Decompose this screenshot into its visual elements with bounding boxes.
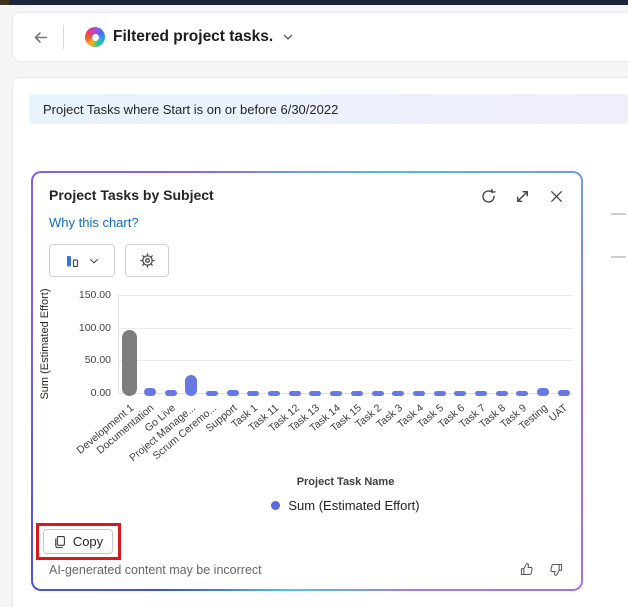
- chart-legend: Sum (Estimated Effort): [118, 498, 573, 513]
- close-icon: [550, 190, 562, 202]
- bar-Development 1: [121, 329, 137, 396]
- bar-Task 13: [309, 391, 322, 396]
- back-button[interactable]: [25, 22, 55, 52]
- y-tick-label: 0.00: [90, 387, 111, 399]
- bar-Task 2: [371, 391, 384, 396]
- y-axis-ticks: 0.00 50.00 100.00 150.00: [33, 289, 111, 399]
- gridline: [119, 295, 573, 296]
- copilot-logo-icon: [85, 27, 105, 47]
- bar-Go Live: [164, 390, 177, 396]
- bar-UAT: [557, 390, 570, 396]
- background-placeholder-dash: [611, 213, 626, 215]
- gridline: [119, 360, 573, 362]
- bar-Task 15: [350, 391, 363, 396]
- filter-banner-text: Project Tasks where Start is on or befor…: [43, 101, 339, 117]
- bar-Task 9: [516, 391, 529, 396]
- close-button[interactable]: [543, 183, 569, 209]
- y-tick-label: 100.00: [78, 321, 111, 334]
- bar-Support: [226, 390, 239, 396]
- top-left-corner-block: [0, 0, 9, 5]
- chevron-down-icon: [284, 34, 293, 40]
- chart-card-inner: Project Tasks by Subject Why this chart?…: [33, 173, 581, 589]
- chevron-down-icon: [89, 258, 98, 263]
- x-axis-labels: Development 1 Documentation Go Live Project…: [74, 398, 573, 474]
- bar-Project Manage...: [185, 374, 198, 396]
- bar-Task 14: [330, 391, 343, 396]
- browser-top-strip: [0, 0, 628, 5]
- bar-Task 6: [454, 391, 467, 396]
- content-panel: Project Tasks where Start is on or befor…: [12, 77, 628, 607]
- back-arrow-icon: [34, 31, 47, 43]
- session-title: Filtered project tasks.: [113, 28, 274, 45]
- chart-settings-button[interactable]: [125, 244, 169, 277]
- bar-Task 11: [268, 391, 281, 396]
- bar-Testing: [536, 387, 549, 396]
- refresh-icon: [481, 188, 496, 203]
- copy-button-label: Copy: [72, 534, 104, 549]
- bar-Task 7: [474, 391, 487, 396]
- ai-disclaimer: AI-generated content may be incorrect: [49, 563, 262, 577]
- toolbar-divider: [63, 25, 64, 49]
- x-tick-label: UAT: [547, 402, 571, 425]
- thumbs-up-button[interactable]: [515, 558, 537, 580]
- bar-Scrum Ceremo...: [206, 391, 219, 396]
- bar-Task 12: [288, 391, 301, 396]
- filter-banner: Project Tasks where Start is on or befor…: [29, 94, 628, 124]
- plot-area: [118, 295, 573, 396]
- refresh-button[interactable]: [475, 183, 501, 209]
- chart-controls: [49, 244, 169, 277]
- thumbs-down-icon: [549, 563, 562, 576]
- gear-icon: [139, 253, 155, 268]
- app-toolbar: Filtered project tasks.: [12, 12, 628, 62]
- legend-label: Sum (Estimated Effort): [288, 498, 420, 513]
- chart-card: Project Tasks by Subject Why this chart?…: [31, 171, 583, 591]
- y-tick-label: 150.00: [78, 289, 111, 301]
- legend-dot-icon: [271, 501, 281, 510]
- thumbs-down-button[interactable]: [545, 558, 567, 580]
- bar-Task 5: [433, 391, 446, 396]
- chart-type-dropdown[interactable]: [49, 244, 115, 277]
- bar-Task 8: [495, 391, 508, 396]
- x-axis-title: Project Task Name: [296, 476, 395, 488]
- copy-icon: [55, 535, 65, 548]
- bar-Task 4: [412, 391, 425, 396]
- background-placeholder-dash: [611, 256, 626, 258]
- bar-chart-icon: [66, 255, 78, 267]
- bar-Documentation: [144, 387, 157, 396]
- copy-button[interactable]: Copy: [43, 529, 113, 554]
- chart-region: Sum (Estimated Effort) 0.00 50.00 100.00 15…: [33, 283, 585, 528]
- card-action-buttons: [475, 183, 569, 209]
- chart-card-title: Project Tasks by Subject: [49, 187, 214, 203]
- why-this-chart-link[interactable]: Why this chart?: [49, 215, 139, 230]
- session-title-dropdown[interactable]: Filtered project tasks.: [85, 27, 295, 47]
- expand-icon: [516, 190, 528, 202]
- y-tick-label: 50.00: [84, 354, 111, 367]
- feedback-buttons: [515, 558, 567, 580]
- gridline: [119, 327, 573, 329]
- expand-button[interactable]: [509, 183, 535, 209]
- bar-Task 1: [247, 391, 260, 396]
- bar-Task 3: [392, 391, 405, 396]
- thumbs-up-icon: [520, 562, 533, 575]
